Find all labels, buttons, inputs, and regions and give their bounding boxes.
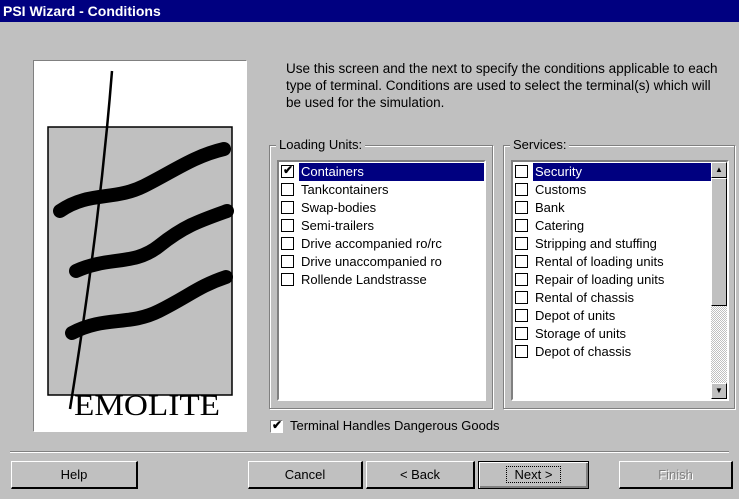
- loading-unit-item-label: Tankcontainers: [301, 182, 389, 197]
- arrow-up-icon: ▲: [715, 165, 723, 174]
- button-separator: [10, 451, 729, 453]
- service-item-label: Stripping and stuffing: [535, 236, 657, 251]
- loading-unit-item[interactable]: Swap-bodies: [281, 199, 484, 217]
- loading-unit-item-checkbox[interactable]: [281, 183, 294, 196]
- service-item[interactable]: Security: [515, 163, 711, 181]
- service-item[interactable]: Bank: [515, 199, 711, 217]
- service-item-checkbox[interactable]: [515, 309, 528, 322]
- dangerous-goods-label: Terminal Handles Dangerous Goods: [290, 418, 500, 433]
- service-item-checkbox[interactable]: [515, 237, 528, 250]
- cancel-button[interactable]: Cancel: [248, 461, 363, 489]
- loading-unit-item-label: Containers: [299, 163, 484, 181]
- loading-unit-item[interactable]: Drive accompanied ro/rc: [281, 235, 484, 253]
- loading-unit-item-checkbox[interactable]: [281, 201, 294, 214]
- service-item-checkbox[interactable]: [515, 327, 528, 340]
- back-button[interactable]: < Back: [366, 461, 475, 489]
- service-item-label: Security: [533, 163, 711, 181]
- service-item[interactable]: Catering: [515, 217, 711, 235]
- loading-unit-item[interactable]: Tankcontainers: [281, 181, 484, 199]
- loading-unit-item-checkbox[interactable]: [281, 219, 294, 232]
- service-item-checkbox[interactable]: [515, 255, 528, 268]
- dangerous-goods-box[interactable]: ✔: [270, 418, 283, 433]
- loading-unit-item[interactable]: Semi-trailers: [281, 217, 484, 235]
- services-scrollbar[interactable]: ▲ ▼: [711, 162, 727, 399]
- service-item-label: Depot of units: [535, 308, 616, 323]
- intro-text: Use this screen and the next to specify …: [286, 61, 718, 110]
- loading-unit-item-checkbox[interactable]: [281, 255, 294, 268]
- logo-text: EMOLITE: [74, 389, 220, 422]
- loading-unit-item-checkbox[interactable]: [281, 273, 294, 286]
- loading-unit-item-label: Rollende Landstrasse: [301, 272, 427, 287]
- service-item[interactable]: Customs: [515, 181, 711, 199]
- service-item[interactable]: Stripping and stuffing: [515, 235, 711, 253]
- scroll-up-button[interactable]: ▲: [711, 162, 727, 178]
- loading-unit-item-checkbox[interactable]: ✔: [281, 163, 294, 178]
- check-icon: ✔: [272, 418, 283, 432]
- loading-units-list[interactable]: ✔ Containers Tankcontainers Swap-bodies Semi…: [277, 160, 486, 401]
- service-item-checkbox[interactable]: [515, 219, 528, 232]
- service-item-label: Customs: [535, 182, 587, 197]
- arrow-down-icon: ▼: [715, 386, 723, 395]
- service-item[interactable]: Depot of chassis: [515, 343, 711, 361]
- service-item-checkbox[interactable]: [515, 165, 528, 178]
- service-item-checkbox[interactable]: [515, 183, 528, 196]
- scroll-down-button[interactable]: ▼: [711, 383, 727, 399]
- next-button[interactable]: Next >: [478, 461, 589, 489]
- service-item-label: Repair of loading units: [535, 272, 665, 287]
- emolite-logo-graphic: EMOLITE: [47, 70, 234, 422]
- service-item-checkbox[interactable]: [515, 273, 528, 286]
- service-item[interactable]: Storage of units: [515, 325, 711, 343]
- loading-unit-item[interactable]: Drive unaccompanied ro: [281, 253, 484, 271]
- service-item[interactable]: Depot of units: [515, 307, 711, 325]
- emolite-logo: EMOLITE: [33, 60, 247, 432]
- window-title: PSI Wizard - Conditions: [0, 0, 739, 22]
- service-item-label: Rental of loading units: [535, 254, 664, 269]
- service-item-label: Depot of chassis: [535, 344, 632, 359]
- service-item-label: Rental of chassis: [535, 290, 634, 305]
- loading-unit-item-label: Drive accompanied ro/rc: [301, 236, 442, 251]
- service-item-label: Bank: [535, 200, 565, 215]
- service-item-label: Catering: [535, 218, 585, 233]
- services-label: Services:: [510, 137, 570, 153]
- service-item-label: Storage of units: [535, 326, 627, 341]
- service-item[interactable]: Rental of chassis: [515, 289, 711, 307]
- loading-units-label: Loading Units:: [276, 137, 366, 153]
- service-item[interactable]: Repair of loading units: [515, 271, 711, 289]
- service-item-checkbox[interactable]: [515, 345, 528, 358]
- loading-unit-item-label: Semi-trailers: [301, 218, 374, 233]
- loading-units-group: Loading Units: ✔ Containers Tankcontainers…: [269, 137, 493, 409]
- service-item[interactable]: Rental of loading units: [515, 253, 711, 271]
- loading-unit-item-checkbox[interactable]: [281, 237, 294, 250]
- loading-unit-item[interactable]: Rollende Landstrasse: [281, 271, 484, 289]
- help-button[interactable]: Help: [11, 461, 138, 489]
- services-list[interactable]: Security Customs Bank Catering Stripping and…: [511, 160, 729, 401]
- loading-unit-item[interactable]: ✔ Containers: [281, 163, 484, 181]
- service-item-checkbox[interactable]: [515, 201, 528, 214]
- next-button-label: Next >: [505, 466, 562, 483]
- finish-button: Finish: [619, 461, 733, 489]
- service-item-checkbox[interactable]: [515, 291, 528, 304]
- loading-unit-item-label: Swap-bodies: [301, 200, 377, 215]
- scroll-thumb[interactable]: [711, 178, 727, 306]
- check-icon: ✔: [283, 163, 294, 177]
- services-group: Services: Security Customs Bank Catering Str…: [503, 137, 735, 409]
- loading-unit-item-label: Drive unaccompanied ro: [301, 254, 442, 269]
